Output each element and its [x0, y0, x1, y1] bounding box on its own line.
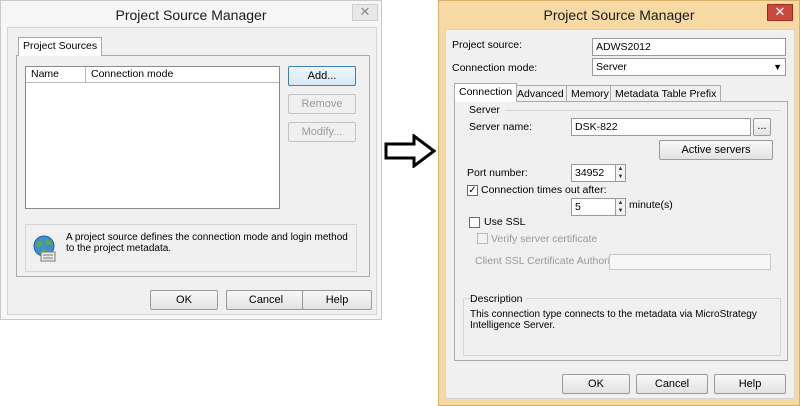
- server-name-input[interactable]: DSK-822: [571, 118, 751, 136]
- cancel-button[interactable]: Cancel: [636, 374, 708, 394]
- verify-cert-checkbox[interactable]: [477, 233, 488, 244]
- project-sources-panel: Name Connection mode Add... Remove Modif…: [16, 55, 370, 277]
- connection-mode-select[interactable]: Server ▼: [592, 58, 786, 76]
- description-text: This connection type connects to the met…: [470, 309, 757, 331]
- connection-timeout-label: Connection times out after:: [481, 184, 607, 196]
- tab-memory[interactable]: Memory: [566, 85, 614, 102]
- tab-connection[interactable]: Connection: [454, 83, 518, 102]
- column-header-connection-mode[interactable]: Connection mode: [86, 67, 276, 83]
- port-number-spinner[interactable]: ▲ ▼: [615, 164, 626, 182]
- right-dialog-client-area: Project source: ADWS2012 Connection mode…: [445, 29, 795, 399]
- browse-button[interactable]: ...: [753, 118, 771, 136]
- globe-icon: [30, 233, 60, 263]
- timeout-minutes-spinner[interactable]: ▲ ▼: [615, 198, 626, 216]
- column-header-name[interactable]: Name: [26, 67, 86, 83]
- server-name-label: Server name:: [469, 121, 533, 133]
- left-dialog-close-button[interactable]: ✕: [352, 4, 378, 21]
- use-ssl-checkbox[interactable]: [469, 217, 480, 228]
- description-title: Description: [470, 293, 526, 305]
- project-source-label: Project source:: [452, 39, 523, 51]
- ok-button[interactable]: OK: [150, 290, 218, 310]
- tab-project-sources[interactable]: Project Sources: [18, 37, 103, 56]
- right-arrow-icon: [384, 133, 437, 169]
- timeout-unit-label: minute(s): [629, 199, 673, 211]
- connection-mode-value: Server: [596, 61, 627, 73]
- tab-advanced[interactable]: Advanced: [512, 85, 569, 102]
- info-box: A project source defines the connection …: [25, 224, 357, 272]
- port-number-label: Port number:: [467, 167, 528, 179]
- add-button[interactable]: Add...: [288, 66, 356, 86]
- project-source-list[interactable]: Name Connection mode: [25, 66, 280, 209]
- left-dialog-client-area: Project Sources Name Connection mode Add…: [7, 27, 377, 315]
- tab-metadata-table-prefix[interactable]: Metadata Table Prefix: [610, 85, 722, 102]
- right-dialog-close-button[interactable]: ✕: [767, 4, 793, 21]
- ssl-ca-input[interactable]: [609, 254, 771, 270]
- project-source-input[interactable]: ADWS2012: [592, 38, 786, 56]
- help-button[interactable]: Help: [302, 290, 372, 310]
- connection-panel: Server Server name: DSK-822 ... Active s…: [454, 101, 788, 361]
- ok-button[interactable]: OK: [562, 374, 630, 394]
- help-button[interactable]: Help: [714, 374, 786, 394]
- remove-button[interactable]: Remove: [288, 94, 356, 114]
- cancel-button[interactable]: Cancel: [226, 290, 306, 310]
- modify-button[interactable]: Modify...: [288, 122, 356, 142]
- right-dialog-title: Project Source Manager: [543, 7, 695, 23]
- description-box: Description This connection type connect…: [463, 293, 781, 356]
- info-text: A project source defines the connection …: [66, 232, 348, 254]
- use-ssl-label: Use SSL: [484, 216, 526, 228]
- right-dialog-window: Project Source Manager ✕ Project source:…: [438, 0, 800, 406]
- left-dialog-title: Project Source Manager: [115, 7, 267, 23]
- ssl-ca-label: Client SSL Certificate Authority: [475, 255, 619, 266]
- port-number-input[interactable]: 34952: [571, 164, 617, 182]
- server-group-label: Server: [469, 104, 500, 116]
- list-header: Name Connection mode: [26, 67, 279, 83]
- chevron-down-icon: ▼: [773, 62, 782, 72]
- left-dialog-window: Project Source Manager ✕ Project Sources…: [0, 0, 382, 320]
- verify-cert-label: Verify server certificate: [491, 233, 598, 245]
- server-group-divider: [505, 110, 781, 111]
- timeout-minutes-input[interactable]: 5: [571, 198, 617, 216]
- active-servers-button[interactable]: Active servers: [659, 140, 773, 160]
- connection-mode-label: Connection mode:: [452, 62, 538, 74]
- connection-timeout-checkbox[interactable]: ✓: [467, 185, 478, 196]
